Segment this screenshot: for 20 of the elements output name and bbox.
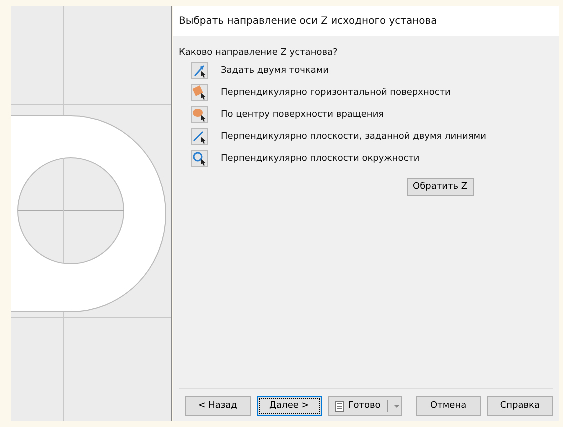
- wizard-button[interactable]: Готово: [328, 396, 402, 416]
- option-icon[interactable]: [191, 62, 208, 79]
- option-label: Перпендикулярно горизонтальной поверхности: [221, 88, 451, 98]
- dialog-title: Выбрать направление оси Z исходного установа: [173, 6, 559, 36]
- option-icon[interactable]: [191, 150, 208, 167]
- wizard-button[interactable]: Отмена: [416, 396, 482, 416]
- option-label: Задать двумя точками: [221, 66, 330, 76]
- option-icon[interactable]: [191, 106, 208, 123]
- wizard-button[interactable]: < Назад: [185, 396, 251, 416]
- document-icon: [335, 400, 344, 412]
- option-icon[interactable]: [191, 84, 208, 101]
- reverse-z-button[interactable]: Обратить Z: [407, 178, 474, 196]
- option-label: Перпендикулярно плоскости окружности: [221, 154, 420, 164]
- wizard-button[interactable]: Далее >: [256, 396, 322, 416]
- option-icon[interactable]: [191, 128, 208, 145]
- dropdown-caret-icon[interactable]: [386, 400, 401, 412]
- question-text: Каково направление Z установа?: [179, 48, 339, 58]
- wizard-button[interactable]: Справка: [487, 396, 553, 416]
- option-label: Перпендикулярно плоскости, заданной двумя линиями: [221, 132, 486, 142]
- option-label: По центру поверхности вращения: [221, 110, 384, 120]
